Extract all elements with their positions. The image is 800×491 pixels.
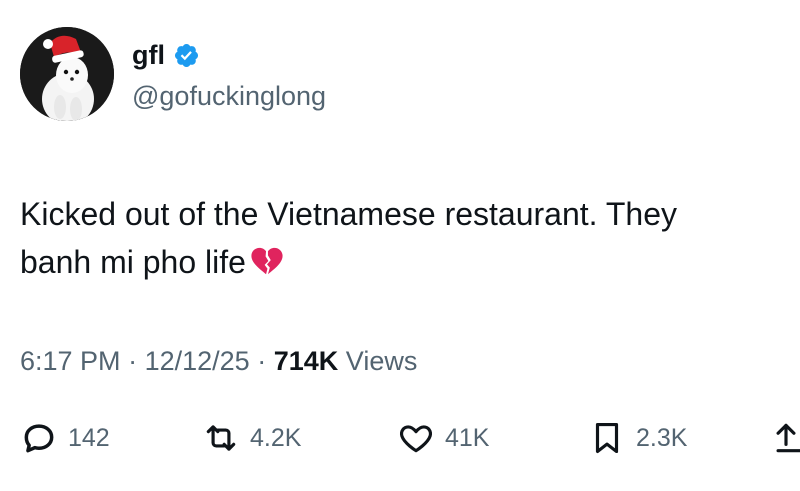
tweet-meta: 6:17 PM · 12/12/25 · 714K Views	[20, 343, 417, 379]
repost-count: 4.2K	[250, 423, 302, 452]
reply-button[interactable]: 142	[20, 418, 110, 458]
repost-icon	[206, 425, 236, 451]
ermine-avatar-icon	[20, 27, 114, 121]
author-name-row: gfl	[132, 40, 200, 70]
bookmark-count: 2.3K	[636, 423, 688, 452]
meta-separator: ·	[128, 346, 138, 376]
author-handle[interactable]: @gofuckinglong	[132, 80, 326, 112]
like-count: 41K	[445, 423, 490, 452]
tweet-time[interactable]: 6:17 PM	[20, 346, 121, 376]
like-button[interactable]: 41K	[397, 418, 489, 458]
meta-separator: ·	[257, 346, 267, 376]
bookmark-icon	[595, 422, 619, 454]
views-label: Views	[345, 346, 418, 376]
tweet-text-line-2-wrap: banh mi pho life	[20, 238, 790, 286]
share-icon	[776, 423, 800, 453]
verified-badge-icon	[173, 42, 200, 69]
author-display-name[interactable]: gfl	[132, 40, 165, 70]
tweet-date[interactable]: 12/12/25	[145, 346, 250, 376]
avatar[interactable]	[20, 27, 114, 121]
views-count[interactable]: 714K	[274, 346, 339, 376]
tweet-text-line-2: banh mi pho life	[20, 244, 246, 280]
like-icon	[400, 425, 432, 453]
reply-icon	[24, 424, 54, 453]
action-bar: 142 4.2K 41K 2.3K	[0, 418, 800, 458]
tweet-text-line-1: Kicked out of the Vietnamese restaurant.…	[20, 196, 677, 232]
share-button[interactable]	[772, 418, 800, 458]
tweet-text: Kicked out of the Vietnamese restaurant.…	[20, 190, 790, 286]
reply-count: 142	[68, 423, 110, 452]
tweet-card: gfl @gofuckinglong Kicked out of the Vie…	[0, 0, 800, 491]
broken-heart-emoji	[250, 244, 284, 278]
repost-button[interactable]: 4.2K	[202, 418, 301, 458]
bookmark-button[interactable]: 2.3K	[588, 418, 687, 458]
